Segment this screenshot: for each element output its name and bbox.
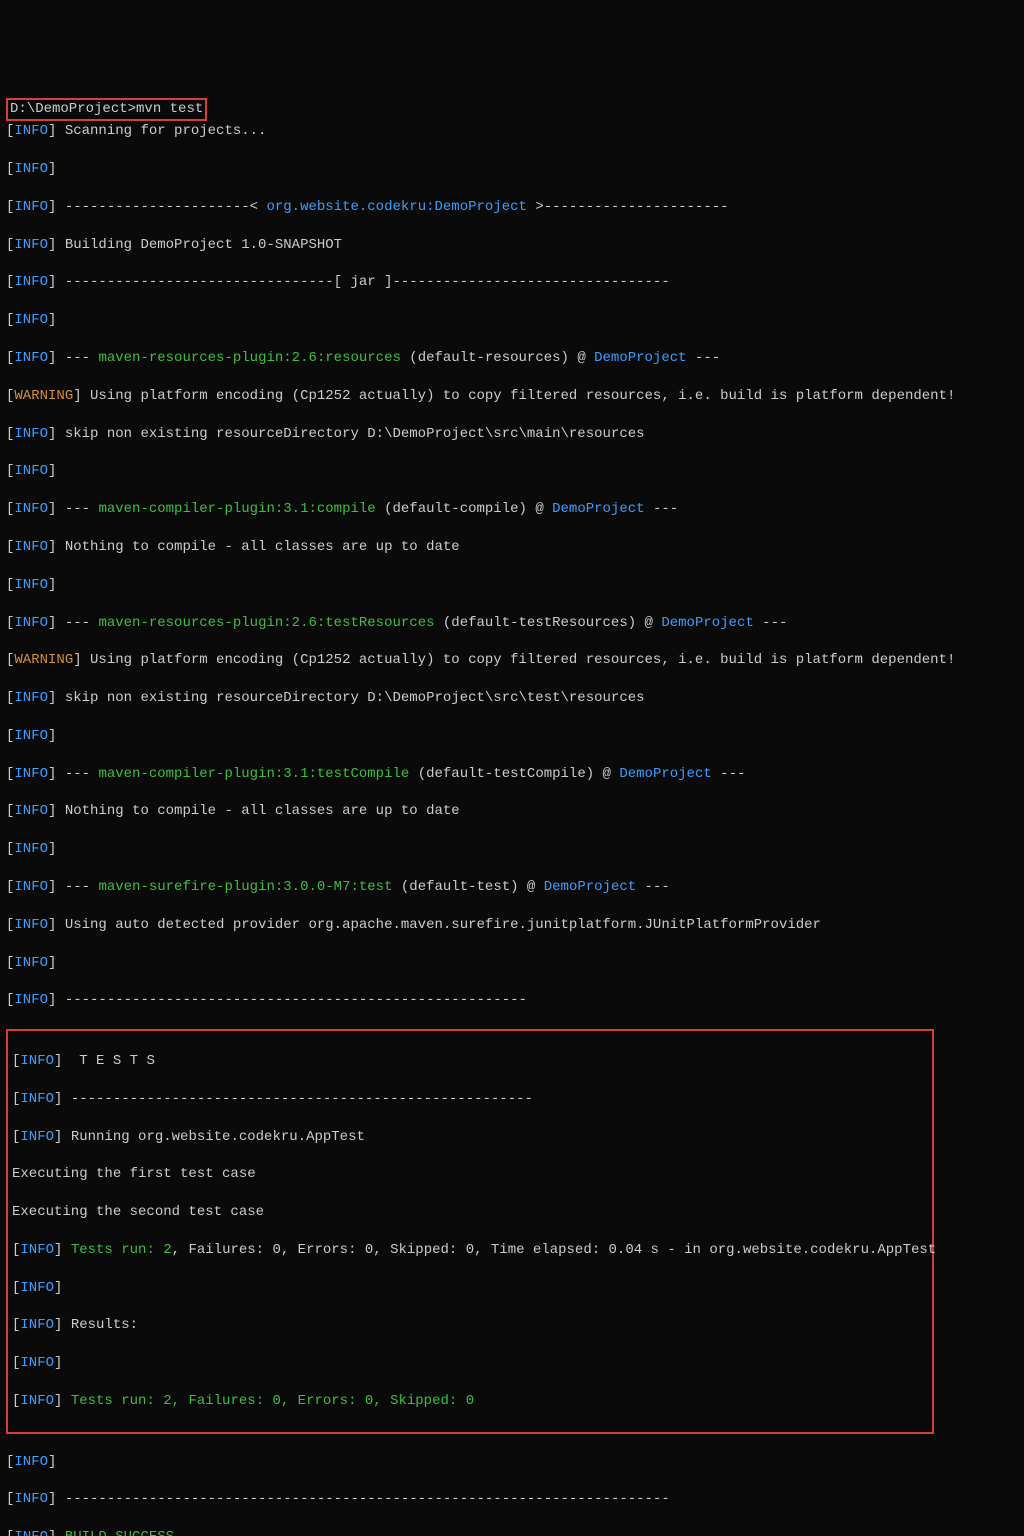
log-line: [INFO] --- maven-resources-plugin:2.6:re… (6, 349, 1018, 368)
log-line: [INFO] (6, 311, 1018, 330)
log-line: Executing the second test case (12, 1203, 928, 1222)
log-line: [INFO] Tests run: 2, Failures: 0, Errors… (12, 1241, 928, 1260)
log-line: [INFO] Nothing to compile - all classes … (6, 802, 1018, 821)
log-line: [INFO] Building DemoProject 1.0-SNAPSHOT (6, 236, 1018, 255)
log-line: [INFO] (6, 840, 1018, 859)
log-line: [WARNING] Using platform encoding (Cp125… (6, 387, 1018, 406)
log-line: [INFO] Tests run: 2, Failures: 0, Errors… (12, 1392, 928, 1411)
log-line: [INFO] --------------------------------[… (6, 273, 1018, 292)
log-line: [INFO] Results: (12, 1316, 928, 1335)
log-line: [INFO] (6, 1453, 1018, 1472)
log-line: [INFO] ----------------------< org.websi… (6, 198, 1018, 217)
log-line: [INFO] --- maven-resources-plugin:2.6:te… (6, 614, 1018, 633)
highlight-tests-box: [INFO] T E S T S [INFO] ----------------… (6, 1029, 934, 1434)
log-line: [INFO] Scanning for projects... (6, 122, 1018, 141)
log-line: [INFO] ---------------------------------… (12, 1090, 928, 1109)
prompt-path: D:\DemoProject> (10, 101, 136, 117)
log-line: [INFO] (6, 576, 1018, 595)
log-line: [INFO] ---------------------------------… (6, 1490, 1018, 1509)
prompt-command: mvn test (136, 101, 203, 117)
terminal-output[interactable]: D:\DemoProject>mvn test [INFO] Scanning … (6, 80, 1018, 1536)
log-line: [INFO] T E S T S (12, 1052, 928, 1071)
log-line: [WARNING] Using platform encoding (Cp125… (6, 651, 1018, 670)
log-line: [INFO] Nothing to compile - all classes … (6, 538, 1018, 557)
log-line: [INFO] (6, 727, 1018, 746)
log-line: [INFO] skip non existing resourceDirecto… (6, 425, 1018, 444)
log-line: [INFO] (6, 462, 1018, 481)
log-line: [INFO] (12, 1279, 928, 1298)
log-line: [INFO] skip non existing resourceDirecto… (6, 689, 1018, 708)
log-line: Executing the first test case (12, 1165, 928, 1184)
log-line: [INFO] --- maven-compiler-plugin:3.1:com… (6, 500, 1018, 519)
log-line: [INFO] Using auto detected provider org.… (6, 916, 1018, 935)
log-line: [INFO] (12, 1354, 928, 1373)
log-line: [INFO] (6, 160, 1018, 179)
log-line: [INFO] Running org.website.codekru.AppTe… (12, 1128, 928, 1147)
log-line: [INFO] BUILD SUCCESS (6, 1528, 1018, 1536)
log-line: [INFO] --- maven-surefire-plugin:3.0.0-M… (6, 878, 1018, 897)
log-line: [INFO] ---------------------------------… (6, 991, 1018, 1010)
log-line: [INFO] --- maven-compiler-plugin:3.1:tes… (6, 765, 1018, 784)
log-line: [INFO] (6, 954, 1018, 973)
highlight-command-box: D:\DemoProject>mvn test (6, 98, 207, 121)
